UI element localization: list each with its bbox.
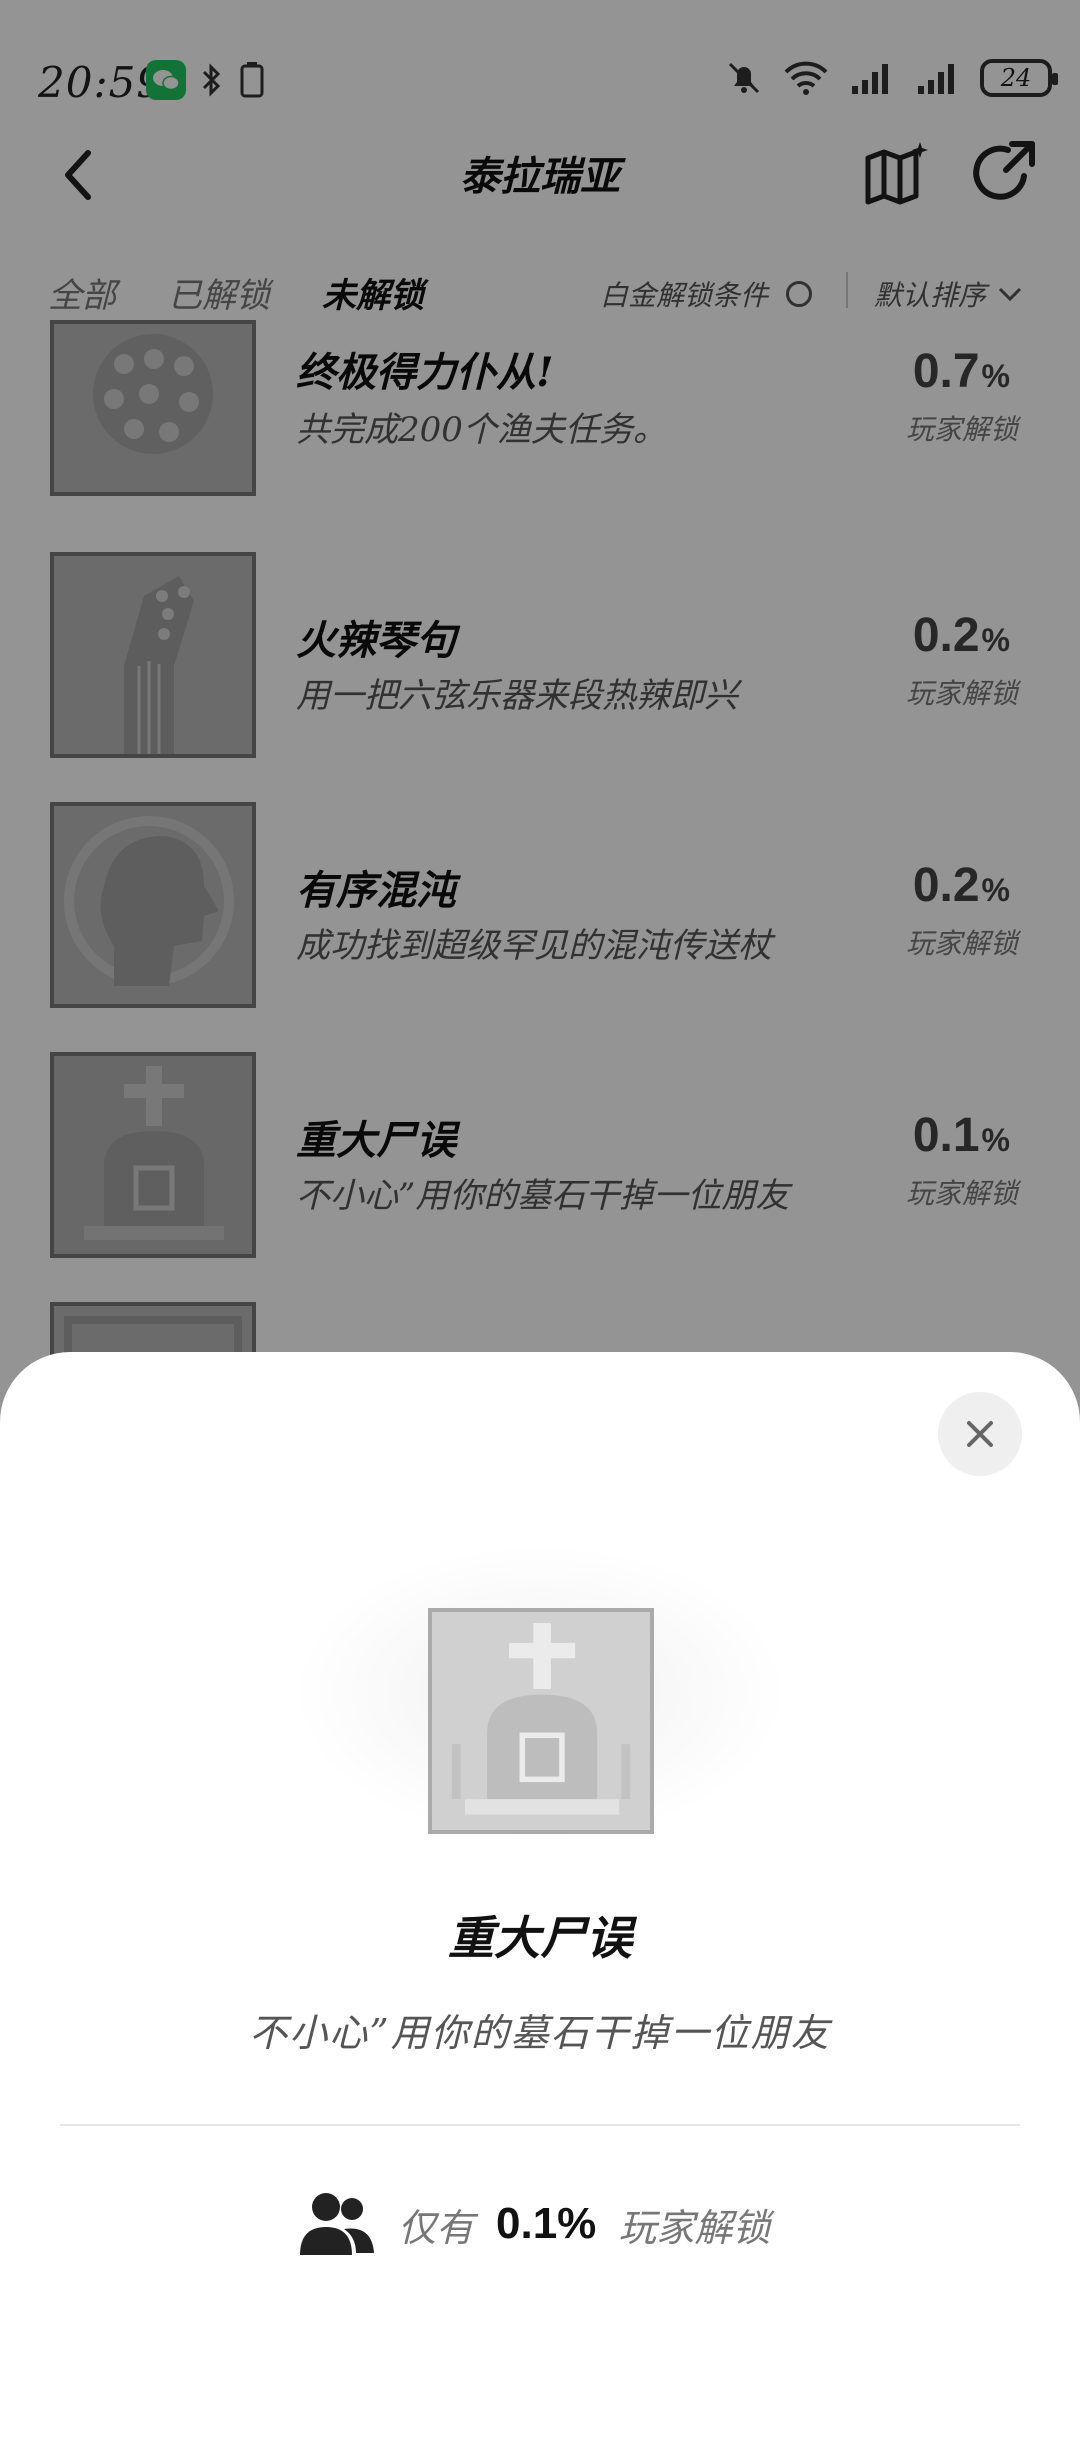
close-icon bbox=[967, 1421, 993, 1447]
achievement-detail-sheet: 重大尸误 不小心”用你的墓石干掉一位朋友 仅有 0.1% 玩家解锁 bbox=[0, 1352, 1080, 2449]
unlock-prefix: 仅有 bbox=[398, 2205, 475, 2250]
tombstone-icon bbox=[432, 1612, 650, 1830]
detail-title: 重大尸误 bbox=[448, 1911, 632, 1965]
close-button[interactable] bbox=[938, 1392, 1022, 1476]
unlock-percent-value: 0.1% bbox=[496, 2199, 597, 2248]
sheet-divider bbox=[60, 2124, 1020, 2126]
people-icon bbox=[300, 2193, 374, 2255]
app-screen: 20:59 24 泰拉瑞亚 全部 已解锁 未解锁 白金解锁条件 默认排序 终极得… bbox=[0, 0, 1080, 2449]
detail-thumbnail bbox=[428, 1608, 654, 1834]
unlock-suffix: 玩家解锁 bbox=[618, 2205, 771, 2250]
detail-description: 不小心”用你的墓石干掉一位朋友 bbox=[249, 2011, 831, 2055]
unlock-stat: 仅有 0.1% 玩家解锁 bbox=[296, 2184, 770, 2264]
